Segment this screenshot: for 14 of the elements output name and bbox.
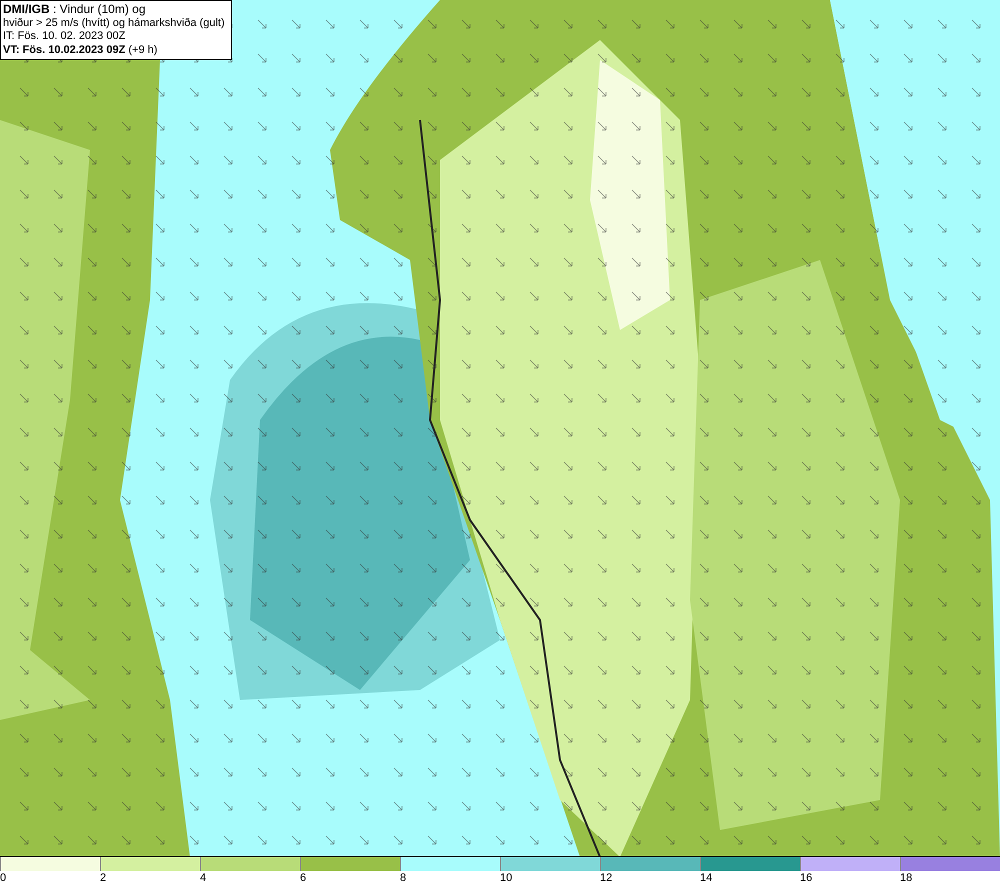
legend-label: 8 <box>400 871 406 886</box>
legend-label: 12 <box>600 871 612 886</box>
info-text: DMI/IGB : Vindur (10m) og <box>3 3 146 16</box>
info-text: VT: Fös. 10.02.2023 09Z (+9 h) <box>3 44 158 57</box>
legend-label: 6 <box>300 871 306 886</box>
legend-label: 14 <box>700 871 712 886</box>
legend-label: 2 <box>100 871 106 886</box>
legend-label: 16 <box>800 871 812 886</box>
info-text: hviður > 25 m/s (hvítt) og hámarkshviða (gult) <box>3 16 226 30</box>
legend-label: 0 <box>0 871 6 886</box>
info-text: IT: Fös. 10. 02. 2023 00Z <box>3 30 126 44</box>
legend-label: 18 <box>900 871 912 886</box>
legend-label: 10 <box>500 871 512 886</box>
legend-label: 4 <box>200 871 206 886</box>
